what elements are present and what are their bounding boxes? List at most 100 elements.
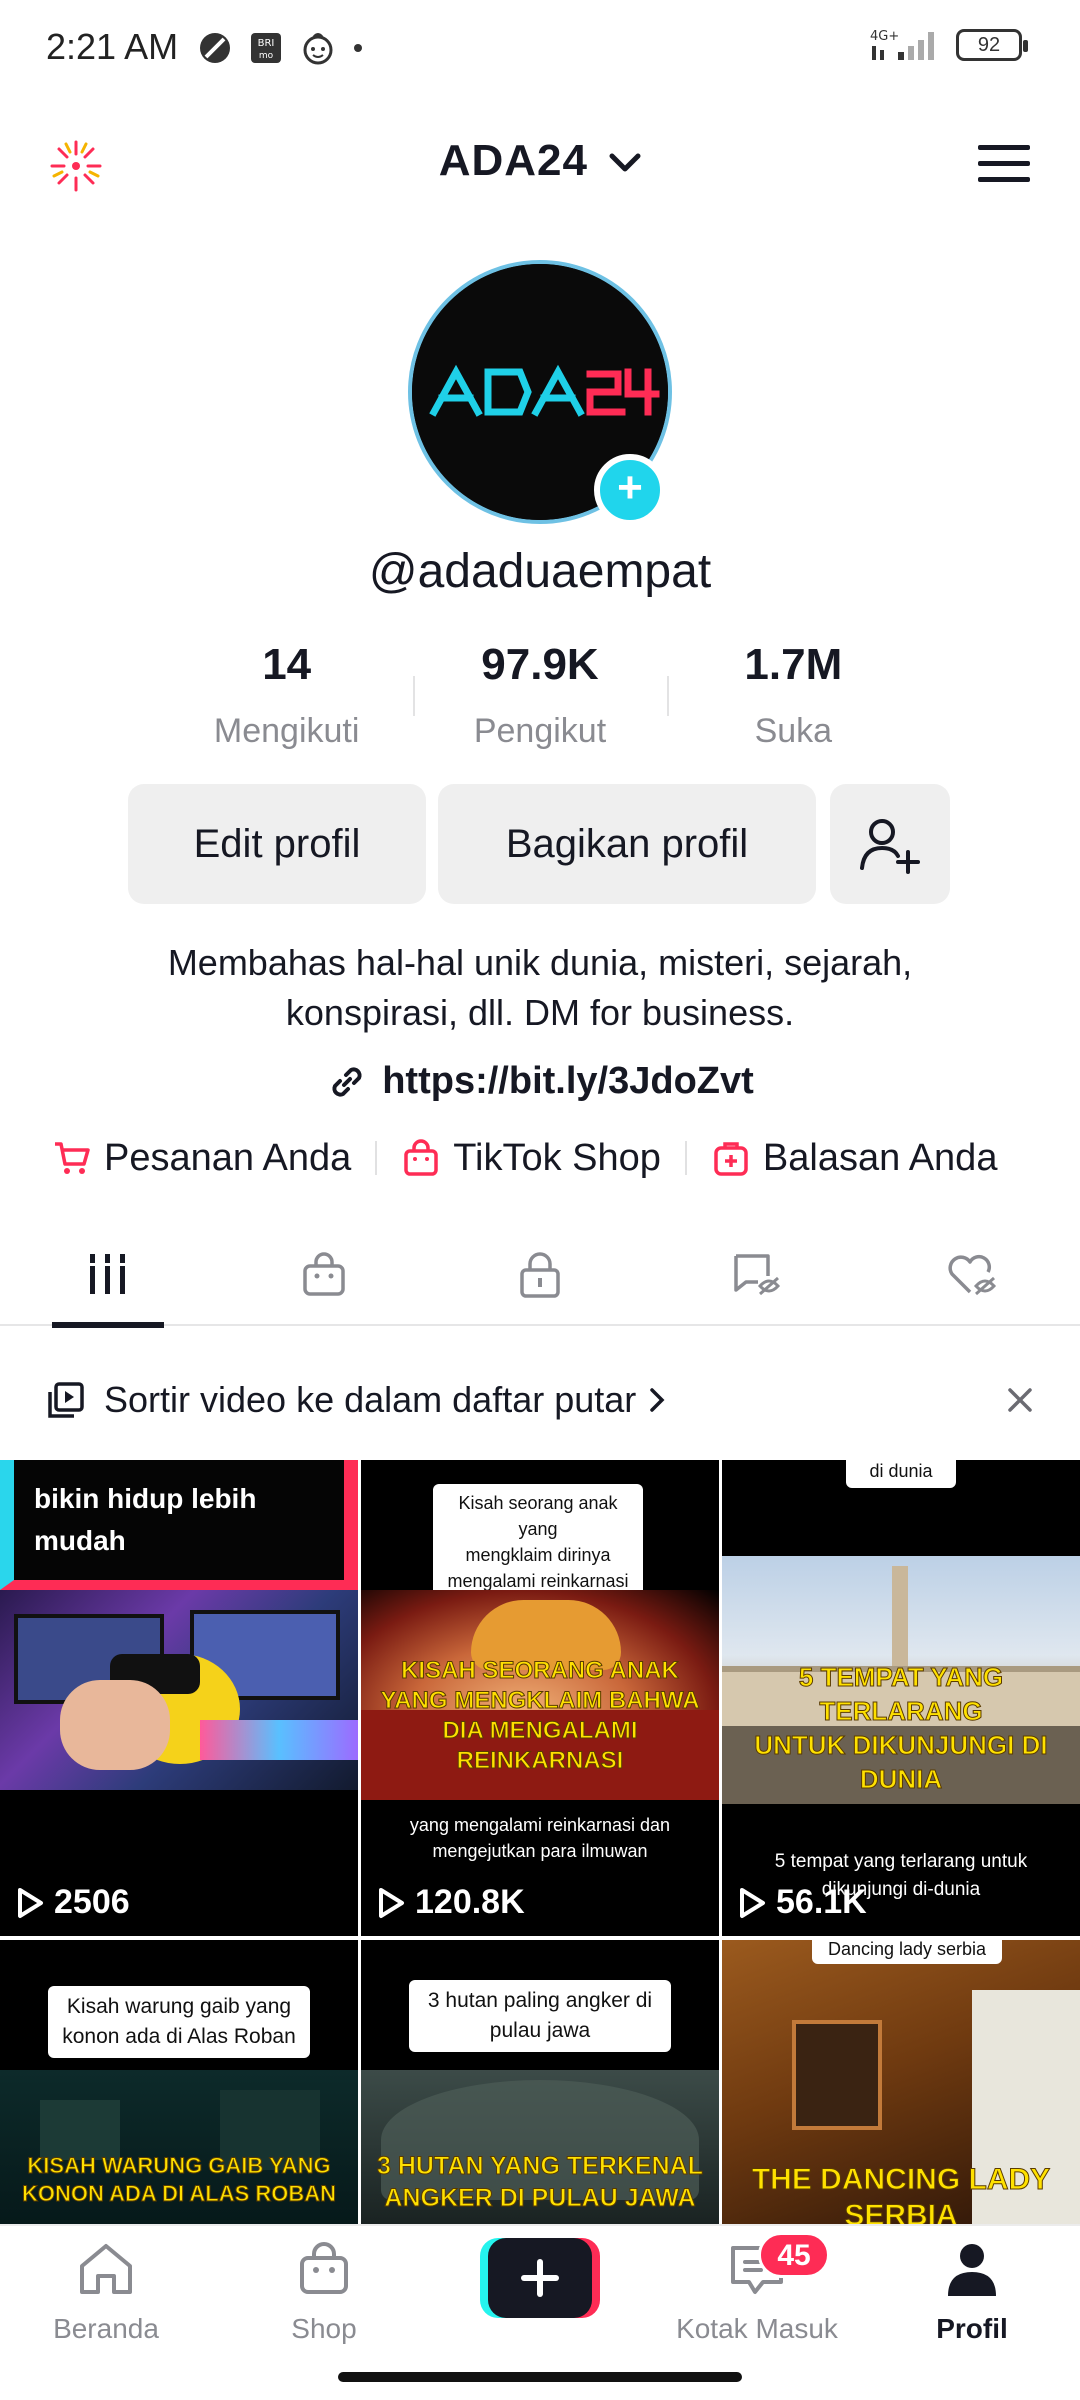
account-switcher[interactable]: ADA24 (0, 136, 1080, 186)
headline-line: 3 HUTAN YANG TERKENAL (377, 2152, 704, 2181)
profile-header: ADA24 (0, 118, 1080, 214)
lock-icon (520, 1252, 560, 1298)
orders-link[interactable]: Pesanan Anda (52, 1137, 351, 1180)
baby-face-icon (303, 33, 333, 65)
tab-private[interactable] (432, 1222, 648, 1326)
video-caption: Kisah seorang anak yang mengklaim diriny… (433, 1484, 643, 1600)
headline-line: KISAH SEORANG ANAK (401, 1657, 680, 1685)
video-headline: KISAH SEORANG ANAK YANG MENGKLAIM BAHWA … (361, 1656, 719, 1776)
stat-value: 14 (262, 640, 312, 689)
nav-inbox[interactable]: Kotak Masuk (652, 2240, 862, 2345)
shop-bag-icon (303, 1252, 345, 1296)
add-user-icon (860, 819, 920, 874)
share-profile-button[interactable]: Bagikan profil (438, 784, 816, 904)
profile-bio: Membahas hal-hal unik dunia, misteri, se… (0, 938, 1080, 1038)
bio-line: Membahas hal-hal unik dunia, misteri, se… (167, 942, 913, 983)
add-story-button[interactable]: + (594, 454, 666, 526)
headline-line: ANGKER DI PULAU JAWA (384, 2184, 696, 2213)
headline-line: DIA MENGALAMI REINKARNASI (442, 1717, 638, 1775)
view-count: 56.1K (738, 1883, 867, 1922)
play-icon (379, 1887, 404, 1918)
video-title-box: bikin hidup lebih mudah (0, 1460, 358, 1590)
nav-shop[interactable]: Shop (234, 2240, 414, 2345)
status-notification-icons: BRI mo (198, 30, 362, 66)
video-top-label: Dancing lady serbia (812, 1940, 1002, 1964)
tiktok-shop-link[interactable]: TikTok Shop (401, 1137, 661, 1180)
svg-text:mo: mo (259, 51, 274, 61)
replies-link[interactable]: Balasan Anda (711, 1137, 997, 1180)
nav-profile-label: Profil (936, 2313, 1008, 2344)
cart-icon (55, 1142, 90, 1174)
video-text: bikin hidup lebih (34, 1483, 257, 1514)
video-tile[interactable]: 3 hutan paling angker di pulau jawa 3 HU… (361, 1940, 719, 2224)
video-caption: Kisah warung gaib yang konon ada di Alas… (48, 1986, 310, 2058)
profile-link[interactable]: https://bit.ly/3JdoZvt (0, 1060, 1080, 1103)
link-text: https://bit.ly/3JdoZvt (382, 1060, 754, 1102)
videos-grid-icon (90, 1254, 125, 1294)
caption-line: konon ada di Alas Roban (62, 2025, 296, 2048)
video-text: mudah (34, 1525, 126, 1556)
nav-home[interactable]: Beranda (16, 2240, 196, 2345)
view-count-value: 120.8K (415, 1883, 525, 1921)
add-friends-button[interactable] (830, 784, 950, 904)
subtitle-line: yang mengalami reinkarnasi dan (409, 1815, 671, 1835)
more-notifications-dot (354, 44, 362, 52)
profile-stats: 14 Mengikuti 97.9K Pengikut 1.7M Suka (160, 640, 920, 760)
nav-inbox-label: Kotak Masuk (676, 2313, 838, 2344)
orders-label: Pesanan Anda (104, 1136, 352, 1179)
chevron-right-icon (650, 1388, 665, 1412)
create-post-button[interactable] (480, 2238, 600, 2318)
video-tile[interactable]: Kisah seorang anak yang mengklaim diriny… (361, 1460, 719, 1936)
video-tile[interactable]: Dancing lady serbia THE DANCING LADY SER… (722, 1940, 1080, 2224)
profile-icon (948, 2244, 996, 2296)
nav-shop-label: Shop (291, 2313, 357, 2344)
caption-line: 3 hutan paling angker di (427, 1989, 653, 2012)
nav-profile[interactable]: Profil (882, 2240, 1062, 2345)
close-icon[interactable] (1006, 1386, 1034, 1414)
video-thumbnail (0, 1590, 358, 1790)
bank-app-icon: BRI mo (251, 33, 281, 63)
video-headline: THE DANCING LADY SERBIA (751, 2163, 1051, 2225)
video-headline: 3 HUTAN YANG TERKENAL ANGKER DI PULAU JA… (361, 2150, 719, 2214)
profile-tabs (0, 1222, 1080, 1328)
home-indicator[interactable] (338, 2372, 742, 2382)
home-icon (80, 2244, 132, 2294)
status-system-icons: 4G+ 92 (870, 28, 1028, 62)
shop-bag-icon (300, 2242, 348, 2294)
svg-text:4G+: 4G+ (870, 29, 899, 44)
video-tile[interactable]: bikin hidup lebih mudah 2506 (0, 1460, 358, 1936)
caption-line: Kisah warung gaib yang (66, 1995, 292, 2018)
stat-following[interactable]: 14 Mengikuti (160, 640, 413, 760)
status-time: 2:21 AM (46, 26, 179, 67)
tab-reposts[interactable] (648, 1222, 864, 1326)
caption-line: Kisah seorang anak yang (458, 1493, 618, 1539)
tiktok-shop-label: TikTok Shop (453, 1136, 661, 1179)
stat-label: Pengikut (473, 712, 607, 750)
tab-videos[interactable] (0, 1222, 216, 1328)
stat-value: 1.7M (744, 640, 843, 689)
video-tile[interactable]: di dunia 5 TEMPAT YANG TERLARANG UNTUK D… (722, 1460, 1080, 1936)
video-tile[interactable]: Kisah warung gaib yang konon ada di Alas… (0, 1940, 358, 2224)
menu-icon[interactable] (976, 142, 1032, 186)
svg-text:BRI: BRI (258, 38, 275, 49)
tab-shop[interactable] (216, 1222, 432, 1326)
divider (684, 1141, 687, 1175)
stat-followers[interactable]: 97.9K Pengikut (413, 640, 666, 760)
stat-label: Suka (754, 712, 833, 750)
headline-line: 5 TEMPAT YANG TERLARANG (798, 1662, 1004, 1727)
sort-banner-text: Sortir video ke dalam daftar putar (104, 1379, 637, 1420)
video-headline: 5 TEMPAT YANG TERLARANG UNTUK DIKUNJUNGI… (722, 1660, 1080, 1796)
playlist-sort-banner[interactable]: Sortir video ke dalam daftar putar (0, 1340, 1080, 1460)
inbox-badge: 45 (758, 2232, 830, 2278)
headline-line: YANG MENGKLAIM BAHWA (380, 1687, 700, 1715)
subtitle-line: 5 tempat yang terlarang untuk (774, 1851, 1028, 1872)
stat-likes[interactable]: 1.7M Suka (666, 640, 920, 760)
edit-profile-button[interactable]: Edit profil (128, 784, 426, 904)
stat-label: Mengikuti (213, 712, 360, 750)
headline-line: KISAH WARUNG GAIB YANG (27, 2153, 331, 2179)
battery-icon: 92 (956, 29, 1028, 61)
tab-liked[interactable] (864, 1222, 1080, 1326)
view-count: 120.8K (377, 1883, 525, 1922)
signal-icon: 4G+ (870, 29, 934, 60)
chevron-down-icon (609, 153, 641, 172)
